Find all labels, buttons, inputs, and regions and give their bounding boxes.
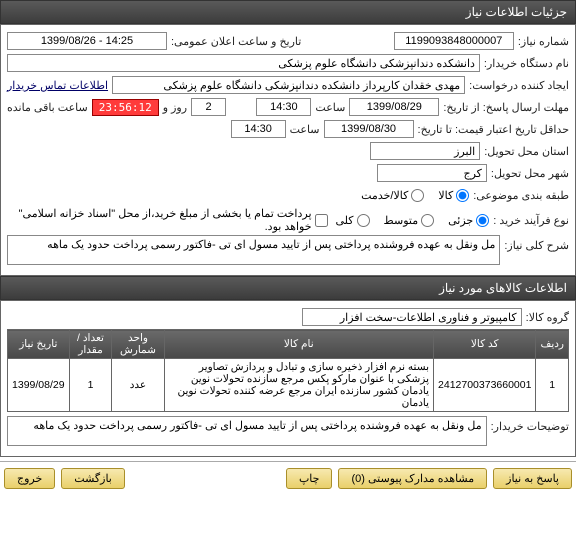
group-field[interactable] xyxy=(302,308,522,326)
city-field[interactable] xyxy=(377,164,487,182)
budget-radio-group: کالا کالا/خدمت xyxy=(361,189,469,202)
col-unit: واحد شمارش xyxy=(112,330,164,359)
items-table-wrap: ردیف کد کالا نام کالا واحد شمارش تعداد /… xyxy=(7,329,569,412)
exit-button[interactable]: خروج xyxy=(4,468,55,489)
need-no-field[interactable] xyxy=(394,32,514,50)
print-button[interactable]: چاپ xyxy=(286,468,333,489)
time-label-1: ساعت xyxy=(315,101,345,114)
deadline-date-field[interactable] xyxy=(349,98,439,116)
need-form: شماره نیاز: تاریخ و ساعت اعلان عمومی: نا… xyxy=(0,24,576,276)
cell-date: 1399/08/29 xyxy=(8,359,70,412)
group-label: گروه کالا: xyxy=(526,311,569,324)
time-label-2: ساعت xyxy=(290,123,320,136)
budget-opt-service[interactable]: کالا/خدمت xyxy=(361,189,424,202)
attachments-button[interactable]: مشاهده مدارک پیوستی (0) xyxy=(338,468,487,489)
validity-date-field[interactable] xyxy=(324,120,414,138)
col-row: ردیف xyxy=(536,330,569,359)
items-area: گروه کالا: ردیف کد کالا نام کالا واحد شم… xyxy=(0,300,576,457)
panel-header: جزئیات اطلاعات نیاز xyxy=(0,0,576,24)
province-field[interactable] xyxy=(370,142,480,160)
cell-code: 2412700373660001 xyxy=(434,359,536,412)
col-code: کد کالا xyxy=(434,330,536,359)
budget-label: طبقه بندی موضوعی: xyxy=(473,189,569,202)
days-remain-label: روز و xyxy=(163,101,187,114)
cell-idx: 1 xyxy=(536,359,569,412)
deadline-time-field[interactable] xyxy=(256,98,311,116)
col-name: نام کالا xyxy=(164,330,434,359)
button-row: پاسخ به نیاز مشاهده مدارک پیوستی (0) چاپ… xyxy=(0,461,576,495)
buyer-label: نام دستگاه خریدار: xyxy=(484,57,569,70)
buyer-notes-label: توضیحات خریدار: xyxy=(491,416,569,433)
table-row[interactable]: 1 2412700373660001 بسته نرم افزار ذخیره … xyxy=(8,359,569,412)
announce-label: تاریخ و ساعت اعلان عمومی: xyxy=(171,35,301,48)
cell-unit: عدد xyxy=(112,359,164,412)
province-label: استان محل تحویل: xyxy=(484,145,569,158)
need-no-label: شماره نیاز: xyxy=(518,35,569,48)
items-header: اطلاعات کالاهای مورد نیاز xyxy=(0,276,576,300)
process-radio-group: جزئی متوسط کلی xyxy=(336,214,490,227)
buyer-notes-textarea[interactable] xyxy=(7,416,487,446)
validity-time-field[interactable] xyxy=(231,120,286,138)
deadline-label: مهلت ارسال پاسخ: از تاریخ: xyxy=(443,101,569,114)
cell-qty: 1 xyxy=(69,359,112,412)
treasury-note[interactable]: پرداخت تمام یا بخشی از مبلغ خرید،از محل … xyxy=(7,207,328,233)
validity-label: حداقل تاریخ اعتبار قیمت: تا تاریخ: xyxy=(418,123,569,136)
reply-button[interactable]: پاسخ به نیاز xyxy=(493,468,572,489)
announce-field[interactable] xyxy=(7,32,167,50)
city-label: شهر محل تحویل: xyxy=(491,167,569,180)
countdown-label: ساعت باقی مانده xyxy=(7,101,88,114)
back-button[interactable]: بازگشت xyxy=(61,468,125,489)
items-table: ردیف کد کالا نام کالا واحد شمارش تعداد /… xyxy=(7,329,569,412)
countdown-timer: 23:56:12 xyxy=(92,99,159,116)
days-remain-field xyxy=(191,98,226,116)
panel-title: جزئیات اطلاعات نیاز xyxy=(466,5,567,19)
desc-label: شرح کلی نیاز: xyxy=(504,235,569,252)
process-opt-medium[interactable]: متوسط xyxy=(384,214,435,227)
creator-label: ایجاد کننده درخواست: xyxy=(469,79,569,92)
contact-link[interactable]: اطلاعات تماس خریدار xyxy=(7,79,108,92)
cell-name: بسته نرم افزار ذخیره سازی و تبادل و پردا… xyxy=(164,359,434,412)
items-title: اطلاعات کالاهای مورد نیاز xyxy=(439,281,567,295)
col-date: تاریخ نیاز xyxy=(8,330,70,359)
budget-opt-goods[interactable]: کالا xyxy=(438,189,469,202)
process-opt-small[interactable]: جزئی xyxy=(448,214,489,227)
col-qty: تعداد / مقدار xyxy=(69,330,112,359)
buyer-field[interactable] xyxy=(7,54,480,72)
process-label: نوع فرآیند خرید : xyxy=(493,214,569,227)
process-opt-large[interactable]: کلی xyxy=(336,214,370,227)
creator-field[interactable] xyxy=(112,76,465,94)
desc-textarea[interactable] xyxy=(7,235,500,265)
